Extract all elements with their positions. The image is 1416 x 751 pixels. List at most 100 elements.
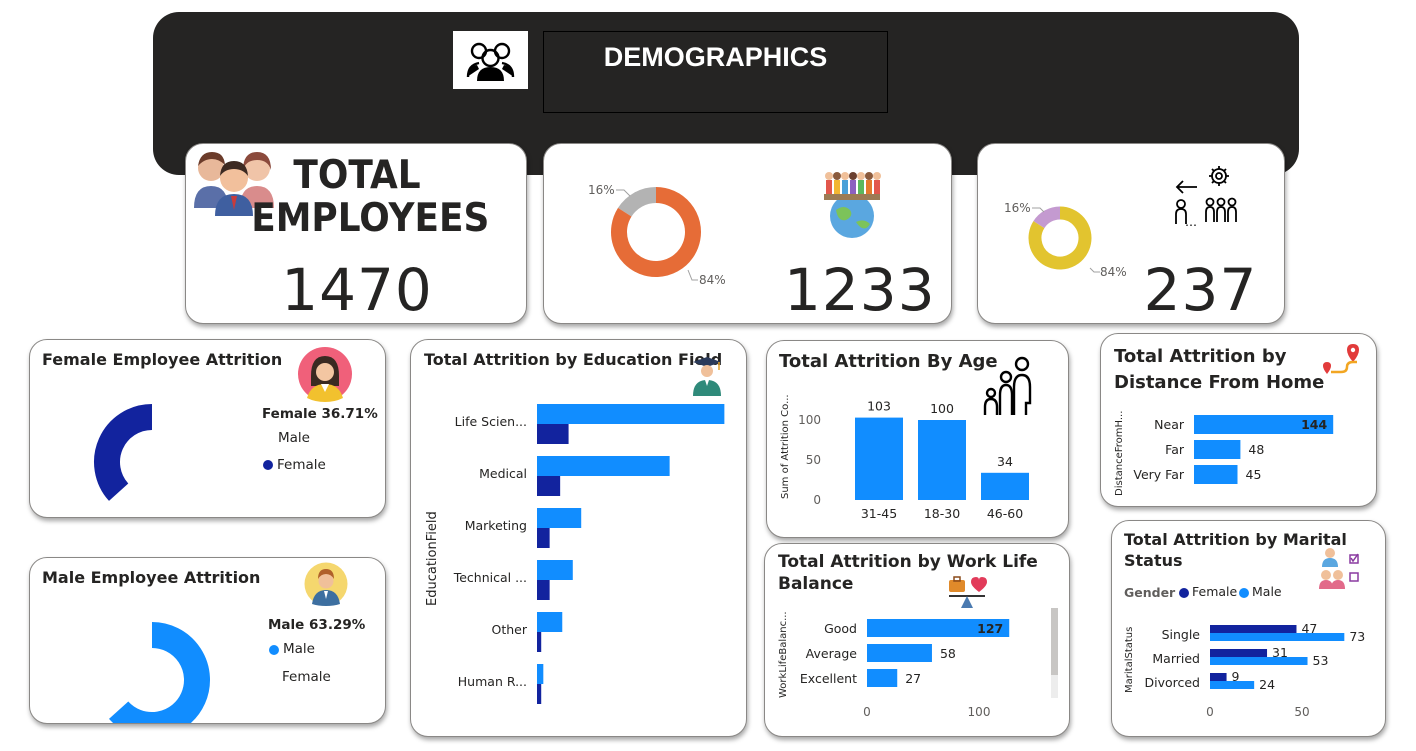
female-attrition-card[interactable]: Female Employee Attrition Female 36.71% … — [29, 339, 386, 518]
age-bar — [918, 420, 966, 500]
education-bar-secondary — [537, 424, 569, 444]
female-legend-female: Female — [277, 457, 326, 473]
worklife-category-label: Excellent — [800, 671, 857, 686]
age-card[interactable]: Total Attrition By Age Sum of Attrition … — [766, 340, 1069, 538]
age-data-label: 100 — [930, 401, 954, 416]
distance-bar — [1194, 465, 1238, 484]
marital-bar-male — [1210, 633, 1345, 641]
education-bar-primary — [537, 404, 725, 424]
education-bar-secondary — [537, 632, 542, 652]
marital-category-label: Divorced — [1144, 675, 1200, 690]
education-bar-primary — [537, 612, 563, 632]
attrition-employees-card[interactable]: 16% 84% … 237 — [977, 143, 1285, 324]
marital-bar-male — [1210, 681, 1255, 689]
age-data-label: 103 — [867, 399, 891, 414]
total-employees-card[interactable]: TOTAL EMPLOYEES 1470 — [185, 143, 527, 324]
distance-bar — [1194, 440, 1241, 459]
people-leaving-icon: … — [1175, 166, 1237, 229]
education-bar-secondary — [537, 580, 550, 600]
distance-category-label: Very Far — [1133, 467, 1184, 482]
age-chart-title: Total Attrition By Age — [779, 351, 998, 372]
marital-data-label: 53 — [1313, 653, 1329, 668]
people-group-icon — [466, 42, 515, 81]
marital-bar-female — [1210, 625, 1297, 633]
marital-legend-title: Gender — [1124, 585, 1176, 600]
education-category-label: Other — [492, 622, 528, 637]
education-bar-primary — [537, 456, 670, 476]
distance-card[interactable]: Total Attrition by Distance From Home Di… — [1100, 333, 1377, 507]
age-bar — [981, 472, 1029, 500]
distance-title-line1: Total Attrition by — [1114, 346, 1287, 367]
male-legend-dot — [269, 645, 279, 655]
education-category-label: Technical ... — [453, 570, 527, 585]
worklife-data-label: 27 — [905, 671, 921, 686]
attrition-donut-small-label: 16% — [1004, 201, 1031, 215]
marital-data-label: 73 — [1349, 629, 1365, 644]
education-bar-secondary — [537, 684, 542, 704]
age-y-tick: 50 — [806, 453, 821, 467]
distance-data-label: 45 — [1246, 467, 1262, 482]
female-avatar-icon — [298, 347, 352, 402]
worklife-data-label: 127 — [977, 621, 1003, 636]
male-legend-male: Male — [283, 641, 315, 657]
age-category-label: 46-60 — [987, 506, 1023, 521]
retained-employees-card[interactable]: 16% 84% 1233 — [543, 143, 952, 324]
distance-bar-chart: Near 144 Far 48 Very Far 45 — [1133, 415, 1334, 484]
distance-data-label: 48 — [1248, 442, 1264, 457]
marital-legend-female-dot — [1179, 588, 1189, 598]
worklife-card[interactable]: Total Attrition by Work Life Balance Wor… — [764, 543, 1070, 737]
marital-legend-male-dot — [1239, 588, 1249, 598]
page-title: DEMOGRAPHICS — [603, 42, 828, 72]
marital-legend-male: Male — [1252, 584, 1282, 599]
female-legend-dot — [263, 460, 273, 470]
education-bar-primary — [537, 664, 544, 684]
attrition-donut-slice-small — [1033, 206, 1061, 229]
female-attrition-title: Female Employee Attrition — [42, 350, 283, 369]
education-category-label: Life Scien... — [455, 414, 527, 429]
male-gauge-arc — [109, 622, 210, 723]
male-attrition-card[interactable]: Male Employee Attrition Male 63.29% Male… — [29, 557, 386, 724]
marital-category-label: Single — [1162, 627, 1201, 642]
attrition-donut-large-label: 84% — [1100, 265, 1127, 279]
worklife-data-label: 58 — [940, 646, 956, 661]
worklife-x-tick: 100 — [968, 705, 991, 719]
worklife-category-label: Average — [806, 646, 858, 661]
retained-donut-chart: 16% 84% — [588, 183, 726, 287]
marital-bar-female — [1210, 673, 1227, 681]
marital-legend-female: Female — [1192, 584, 1238, 599]
age-category-label: 31-45 — [861, 506, 897, 521]
male-legend-female: Female — [282, 669, 331, 685]
retained-donut-large-label: 84% — [699, 273, 726, 287]
route-pin-icon — [1323, 344, 1359, 374]
female-percentage-label: Female 36.71% — [262, 406, 378, 422]
marital-bar-chart: Single 4773Married 3153Divorced 9240 50 — [1144, 621, 1365, 719]
male-attrition-title: Male Employee Attrition — [42, 568, 261, 587]
female-attrition-gauge — [94, 404, 153, 501]
diverse-people-globe-icon — [824, 172, 881, 238]
worklife-category-label: Good — [824, 621, 857, 636]
female-legend-male: Male — [278, 430, 310, 446]
education-bar-primary — [537, 508, 582, 528]
worklife-title-line2: Balance — [778, 574, 854, 594]
age-category-label: 18-30 — [924, 506, 960, 521]
education-bar-secondary — [537, 528, 550, 548]
work-life-balance-icon — [949, 576, 987, 608]
marital-bar-male — [1210, 657, 1308, 665]
marital-title-line2: Status — [1124, 551, 1183, 570]
marital-card[interactable]: Total Attrition by Marital Status Gender… — [1111, 520, 1386, 737]
education-bar-secondary — [537, 476, 561, 496]
education-bar-chart: Life Scien... Medical Marketing Technical .… — [453, 404, 725, 704]
age-y-tick: 100 — [798, 413, 821, 427]
education-chart-title: Total Attrition by Education Field — [424, 350, 723, 369]
male-avatar-icon — [304, 562, 348, 606]
worklife-bar — [867, 644, 932, 662]
education-field-card[interactable]: Total Attrition by Education Field Educa… — [410, 339, 747, 737]
marital-title-line1: Total Attrition by Marital — [1124, 530, 1347, 549]
worklife-bar — [867, 669, 898, 687]
total-employees-value: 1470 — [281, 256, 433, 324]
worklife-bar-chart: Good 127 Average 58 Excellent 27 0 100 — [800, 619, 1010, 719]
marital-bar-female — [1210, 649, 1268, 657]
worklife-x-tick: 0 — [863, 705, 871, 719]
distance-data-label: 144 — [1301, 417, 1327, 432]
education-bar-primary — [537, 560, 573, 580]
